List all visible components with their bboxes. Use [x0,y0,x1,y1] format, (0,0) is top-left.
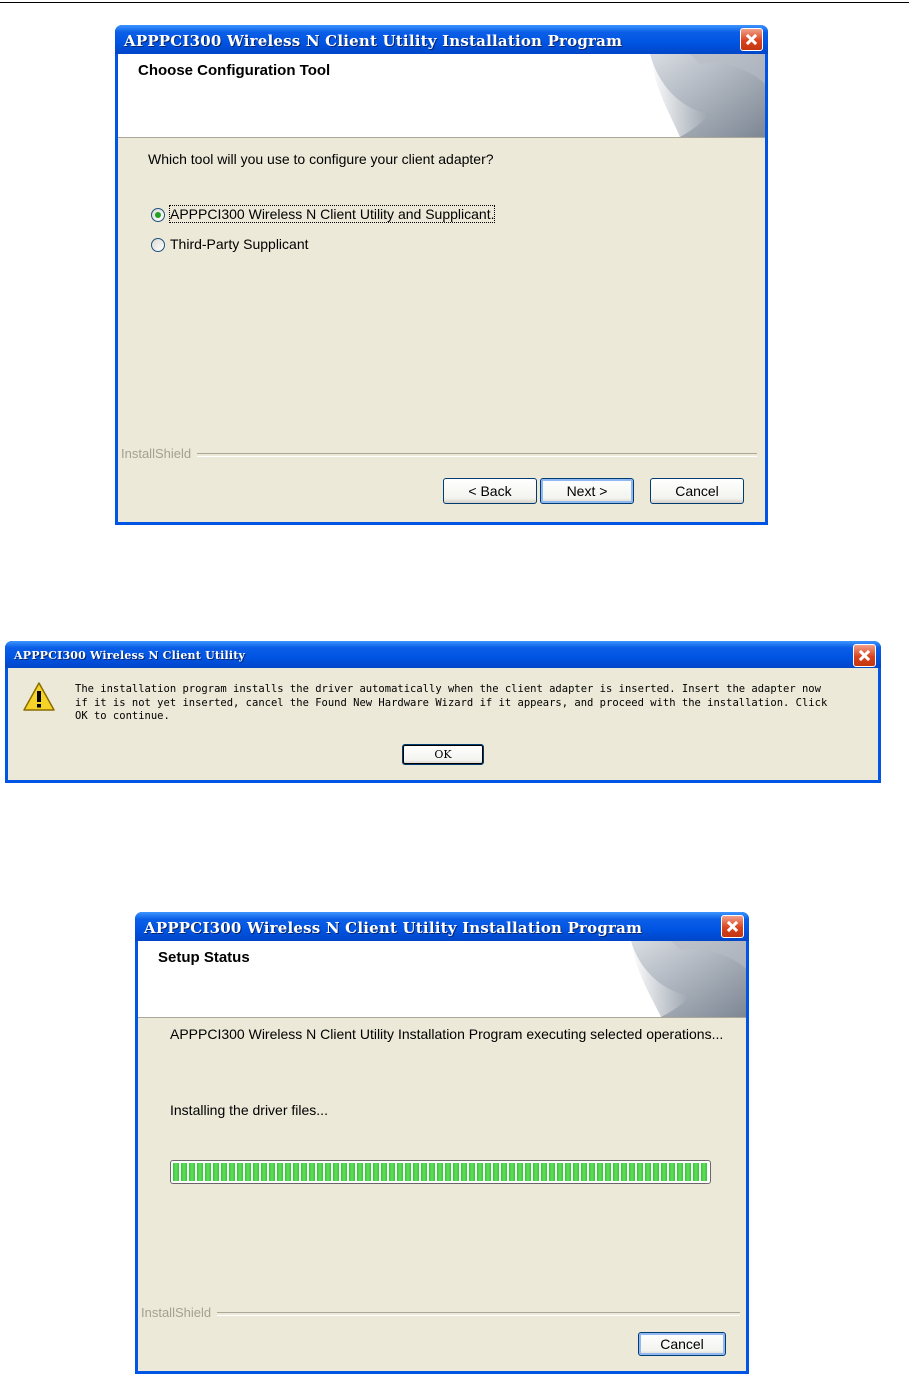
title-bar[interactable]: APPPCI300 Wireless N Client Utility Inst… [135,912,749,941]
window-title: APPPCI300 Wireless N Client Utility Inst… [124,32,623,50]
action-text: Installing the driver files... [170,1102,328,1118]
cancel-button[interactable]: Cancel [650,478,744,504]
installer-window-configuration: APPPCI300 Wireless N Client Utility Inst… [115,25,768,525]
alert-close-button[interactable] [853,644,876,667]
page-title: Setup Status [158,949,250,966]
next-button[interactable]: Next > [540,478,634,504]
radio-label-utility-and-supplicant[interactable]: APPPCI300 Wireless N Client Utility and … [168,205,496,223]
alert-title: APPPCI300 Wireless N Client Utility [14,649,246,662]
installshield-brand: InstallShield [121,446,198,461]
footer-divider [124,453,757,457]
installshield-brand: InstallShield [141,1305,218,1320]
title-bar[interactable]: APPPCI300 Wireless N Client Utility Inst… [115,25,768,54]
alert-message-line: The installation program installs the dr… [75,683,821,695]
alert-title-bar[interactable]: APPPCI300 Wireless N Client Utility [5,641,881,668]
back-button[interactable]: < Back [443,478,537,504]
window-title: APPPCI300 Wireless N Client Utility Inst… [144,919,643,937]
wizard-header: Choose Configuration Tool [118,54,765,138]
progress-fill [173,1163,708,1181]
config-question: Which tool will you use to configure you… [148,151,494,167]
radio-label-third-party-supplicant[interactable]: Third-Party Supplicant [170,236,309,252]
status-text: APPPCI300 Wireless N Client Utility Inst… [170,1026,724,1042]
page-curl-graphic [631,941,746,1017]
dialog-client-area: Setup Status APPPCI300 Wireless N Client… [138,941,746,1371]
alert-message-line: if it is not yet inserted, cancel the Fo… [75,696,828,709]
progress-bar [170,1160,711,1184]
radio-utility-and-supplicant[interactable] [151,208,165,222]
radio-third-party-supplicant[interactable] [151,238,165,252]
warning-icon [23,682,55,711]
cancel-button[interactable]: Cancel [638,1332,726,1356]
close-button[interactable] [740,28,763,51]
installer-window-setup-status: APPPCI300 Wireless N Client Utility Inst… [135,912,749,1374]
footer-divider [144,1312,740,1316]
ok-button[interactable]: OK [402,744,484,765]
alert-message-line: OK to continue. [75,710,170,722]
page-top-rule [0,2,909,3]
page-title: Choose Configuration Tool [138,62,331,79]
close-button[interactable] [721,915,744,938]
wizard-header: Setup Status [138,941,746,1018]
alert-window: APPPCI300 Wireless N Client Utility The … [5,641,881,783]
dialog-client-area: Choose Configuration Tool Which tool wil… [118,54,765,522]
alert-message: The installation program installs the dr… [75,683,827,724]
page-curl-graphic [650,54,765,137]
alert-client-area: The installation program installs the dr… [8,668,878,780]
